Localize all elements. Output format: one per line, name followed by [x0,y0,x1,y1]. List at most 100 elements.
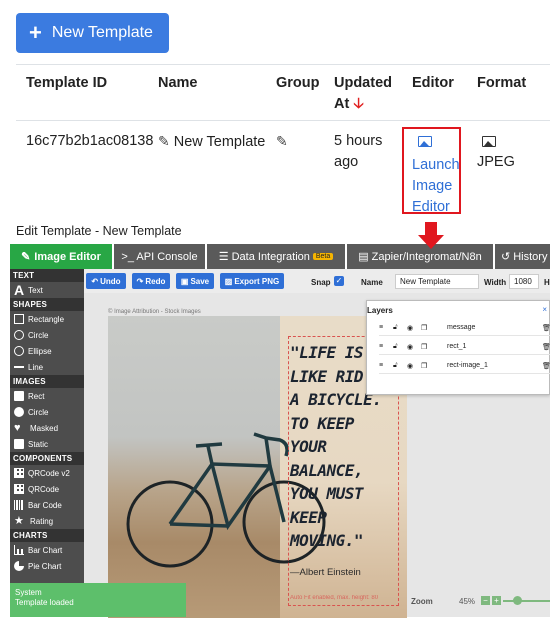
sidebar-item-circle[interactable]: Circle [10,327,84,343]
copy-icon[interactable]: ❐ [421,343,427,351]
line-icon [14,366,24,368]
rectangle-icon [14,314,24,324]
eye-icon[interactable]: ◉ [407,324,413,332]
launch-image-editor-link[interactable]: Launch Image Editor [412,155,460,218]
image-icon[interactable] [418,136,432,147]
updated-cell: 5 hours ago [334,131,382,173]
sidebar-item-rating[interactable]: ★ Rating [10,513,84,529]
system-toast: System Template loaded [10,583,186,617]
table-divider [16,64,550,65]
col-name: Name [158,75,198,91]
zoom-slider[interactable] [503,600,550,602]
copy-icon[interactable]: ❐ [421,362,427,370]
col-updated-label: Updated [334,75,392,91]
tab-history-label: History [513,250,548,263]
sidebar-item-label: Static [28,439,49,449]
col-updated-at-label: At [334,96,350,112]
format-cell: JPEG [477,154,515,170]
col-updated[interactable]: Updated At 🡣 [334,73,392,115]
sidebar-item-bar-chart[interactable]: Bar Chart [10,542,84,558]
layer-name: rect_1 [447,343,467,350]
sidebar-item-rectangle[interactable]: Rectangle [10,311,84,327]
lock-icon[interactable]: 🔓︎ [393,362,398,370]
sidebar-item-ellipse[interactable]: Ellipse [10,343,84,359]
redo-button[interactable]: ↷ Redo [132,273,170,289]
zoom-out-button[interactable]: − [481,596,490,605]
new-template-button[interactable]: + New Template [16,13,169,53]
sidebar-item-text[interactable]: A Text [10,282,84,298]
col-editor: Editor [412,75,454,91]
section-shapes: SHAPES [10,298,84,311]
drag-handle-icon[interactable]: ≡ [379,362,383,369]
tab-image-editor[interactable]: ✎ Image Editor [10,244,114,269]
section-text: TEXT [10,269,84,282]
sidebar-item-image-static[interactable]: Static [10,436,84,452]
launch-line1: Launch [412,157,460,173]
red-down-arrow-icon [418,222,444,252]
close-icon[interactable]: × [542,305,547,314]
undo-button[interactable]: ↶ Undo [86,273,126,289]
layer-row[interactable]: ≡ 🔓︎ ◉ ❐ rect-image_1 🗑︎ [379,358,550,374]
save-button[interactable]: ▣ Save [176,273,214,289]
beta-badge: Beta [312,253,334,260]
circle-icon [14,330,24,340]
width-label: Width [484,278,507,287]
sidebar-item-pie-chart[interactable]: Pie Chart [10,558,84,574]
name-input[interactable]: New Template [395,274,479,289]
undo-label: Undo [100,276,121,286]
export-png-button[interactable]: ▨ Export PNG [220,273,284,289]
save-icon: ▣ [180,276,189,286]
name-cell[interactable]: ✎ New Template [158,131,265,153]
sidebar-item-image-rect[interactable]: Rect [10,388,84,404]
section-images: IMAGES [10,375,84,388]
zoom-slider-handle[interactable] [513,596,522,605]
trash-icon[interactable]: 🗑︎ [542,343,550,351]
eye-icon[interactable]: ◉ [407,343,413,351]
eye-icon[interactable]: ◉ [407,362,413,370]
templates-panel: + New Template Template ID Name Group Up… [0,0,550,217]
width-input[interactable]: 1080 [509,274,539,289]
edit-group-icon: ✎ [276,133,288,149]
sidebar-item-barcode[interactable]: Bar Code [10,497,84,513]
sidebar-item-line[interactable]: Line [10,359,84,375]
layers-title: Layers [367,306,393,315]
drag-handle-icon[interactable]: ≡ [379,343,383,350]
group-cell[interactable]: ✎ [276,131,288,153]
zapier-icon: ▤ [358,251,369,263]
copy-icon[interactable]: ❐ [421,324,427,332]
auto-fit-note: Auto Fit enabled, max. height: 80 [290,595,379,601]
sidebar-item-label: Circle [28,407,49,417]
new-template-label: New Template [51,24,153,41]
text-icon: A [14,282,25,298]
tab-data-integration[interactable]: ☰ Data Integration Beta [207,244,347,269]
sidebar-item-label: Rect [28,391,45,401]
layer-row[interactable]: ≡ 🔓︎ ◉ ❐ rect_1 🗑︎ [379,339,550,355]
lock-icon[interactable]: 🔓︎ [393,324,398,332]
zoom-in-button[interactable]: + [492,596,501,605]
sidebar-item-image-masked[interactable]: ♥ Masked [10,420,84,436]
layer-row[interactable]: ≡ 🔓︎ ◉ ❐ message 🗑︎ [379,320,550,336]
drag-handle-icon[interactable]: ≡ [379,324,383,331]
trash-icon[interactable]: 🗑︎ [542,324,550,332]
ellipse-icon [14,346,24,356]
tab-api-console[interactable]: >_ API Console [114,244,207,269]
tab-history[interactable]: ↺ History [495,244,550,269]
quote-line: TO KEEP [290,413,354,433]
launch-line3: Editor [412,199,450,215]
layer-name: message [447,324,476,331]
zoom-controls: Zoom 45% − + [407,589,550,617]
snap-checkbox[interactable]: ✓ [334,276,344,286]
sidebar-item-image-circle[interactable]: Circle [10,404,84,420]
sidebar-item-label: Text [28,285,43,295]
static-image-icon [14,439,24,449]
redo-icon: ↷ [136,276,144,286]
edit-icon: ✎ [158,133,170,149]
save-label: Save [190,276,210,286]
sidebar-item-label: Rating [30,516,54,526]
trash-icon[interactable]: 🗑︎ [542,362,550,370]
sidebar-item-qrcode-v2[interactable]: QRCode v2 [10,465,84,481]
layer-name: rect-image_1 [447,362,488,369]
sidebar-item-qrcode[interactable]: QRCode [10,481,84,497]
lock-icon[interactable]: 🔓︎ [393,343,398,351]
undo-icon: ↶ [91,276,99,286]
